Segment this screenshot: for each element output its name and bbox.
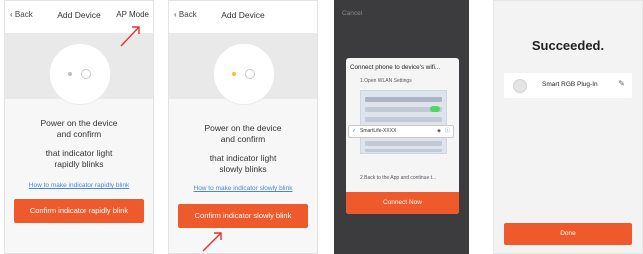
step-two-text: 2.Back to the App and continue t... xyxy=(360,175,437,181)
wifi-settings-illustration xyxy=(360,90,447,154)
instruction-line: Power on the device xyxy=(204,123,282,133)
power-icon xyxy=(81,69,91,79)
confirm-button[interactable]: Confirm indicator rapidly blink xyxy=(14,199,144,223)
settings-row xyxy=(365,149,442,152)
settings-row xyxy=(365,141,442,146)
settings-row xyxy=(365,97,442,102)
instruction-text: Power on the device and confirm that ind… xyxy=(5,118,153,170)
device-image xyxy=(49,43,111,105)
info-icon: ⓘ xyxy=(444,128,450,134)
step-one-text: 1.Open WLAN Settings xyxy=(360,78,412,84)
instruction-line: Power on the device xyxy=(40,118,118,128)
connect-dialog: Connect phone to device's wifi... 1.Open… xyxy=(346,58,459,214)
dialog-title: Connect phone to device's wifi... xyxy=(350,64,441,71)
help-link[interactable]: How to make indicator rapidly blink xyxy=(5,182,153,189)
red-arrow-icon xyxy=(120,26,140,47)
toggle-icon xyxy=(430,106,440,112)
device-card: Smart RGB Plug-In ✎ xyxy=(504,73,632,98)
screen-connect-wifi: Cancel Connect phone to device's wifi...… xyxy=(334,0,469,254)
indicator-light-icon xyxy=(232,72,236,76)
screen-success: Succeeded. Smart RGB Plug-In ✎ Done xyxy=(493,0,643,254)
device-icon xyxy=(513,79,527,93)
pencil-icon[interactable]: ✎ xyxy=(618,79,625,88)
screen-ap-mode: ‹ Back Add Device AP Mode Power on the d… xyxy=(4,0,154,254)
ap-mode-button[interactable]: AP Mode xyxy=(116,10,149,19)
done-button[interactable]: Done xyxy=(504,223,632,245)
success-title: Succeeded. xyxy=(531,38,605,53)
page-title: Add Device xyxy=(221,10,265,20)
network-row[interactable]: ✓ SmartLife-XXXX ◈ ⓘ xyxy=(348,125,454,138)
nav-bar: ‹ Back Add Device xyxy=(169,1,317,34)
red-arrow-icon xyxy=(202,232,222,252)
device-name: Smart RGB Plug-In xyxy=(542,81,598,88)
instruction-line: rapidly blinks xyxy=(54,159,104,169)
cancel-button[interactable]: Cancel xyxy=(342,10,362,17)
power-icon xyxy=(245,69,255,79)
checkmark-icon: ✓ xyxy=(352,128,357,134)
help-link[interactable]: How to make indicator slowly blink xyxy=(169,185,317,192)
instruction-line: slowly blinks xyxy=(219,164,267,174)
device-image xyxy=(213,43,275,105)
confirm-button[interactable]: Confirm indicator slowly blink xyxy=(178,204,308,228)
instruction-line: and confirm xyxy=(220,134,266,144)
instruction-line: and confirm xyxy=(56,129,102,139)
instruction-line: that indicator light xyxy=(209,153,277,163)
settings-row xyxy=(365,117,442,122)
screen-ez-mode: ‹ Back Add Device Power on the device an… xyxy=(168,0,318,254)
device-illustration xyxy=(169,33,317,105)
connect-now-button[interactable]: Connect Now xyxy=(346,192,459,214)
network-name: SmartLife-XXXX xyxy=(360,128,397,134)
instruction-text: Power on the device and confirm that ind… xyxy=(169,123,317,175)
indicator-light-icon xyxy=(68,72,72,76)
wifi-icon: ◈ xyxy=(437,128,441,134)
instruction-line: that indicator light xyxy=(45,148,113,158)
